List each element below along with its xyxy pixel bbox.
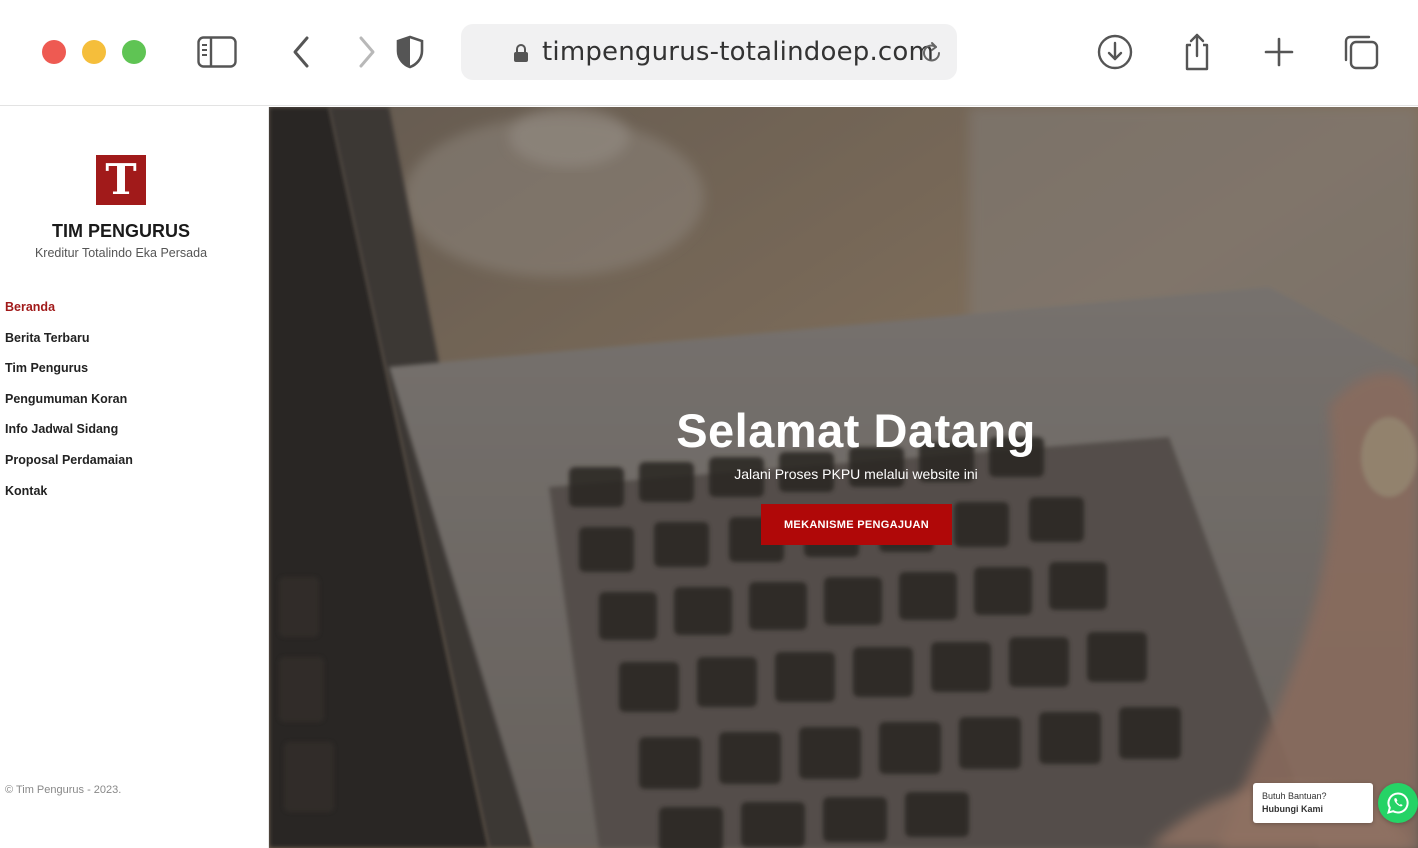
tab-overview-icon[interactable] [1341, 32, 1381, 72]
mekanisme-pengajuan-button[interactable]: MEKANISME PENGAJUAN [761, 504, 952, 545]
minimize-window-button[interactable] [82, 40, 106, 64]
nav-item-beranda[interactable]: Beranda [5, 300, 133, 331]
address-bar[interactable]: timpengurus-totalindoep.com [461, 24, 957, 80]
whatsapp-button[interactable] [1378, 783, 1418, 823]
whatsapp-icon [1387, 792, 1409, 814]
brand-title: TIM PENGURUS [51, 221, 190, 241]
shield-icon[interactable] [390, 32, 430, 72]
nav-item-info-jadwal-sidang[interactable]: Info Jadwal Sidang [5, 422, 133, 453]
browser-toolbar: timpengurus-totalindoep.com [0, 0, 1418, 106]
new-tab-icon[interactable] [1259, 32, 1299, 72]
download-icon[interactable] [1095, 32, 1135, 72]
nav-item-proposal-perdamaian[interactable]: Proposal Perdamaian [5, 453, 133, 484]
back-icon[interactable] [281, 32, 321, 72]
help-tooltip[interactable]: Butuh Bantuan? Hubungi Kami [1253, 783, 1373, 823]
nav-item-kontak[interactable]: Kontak [5, 484, 133, 515]
hero-title: Selamat Datang [676, 404, 1036, 457]
hero-subtitle: Jalani Proses PKPU melalui website ini [734, 466, 978, 482]
lock-icon [514, 44, 528, 62]
forward-icon[interactable] [347, 32, 387, 72]
reload-icon[interactable] [921, 41, 943, 65]
sidebar-toggle-icon[interactable] [197, 32, 237, 72]
close-window-button[interactable] [42, 40, 66, 64]
help-link[interactable]: Hubungi Kami [1262, 804, 1323, 814]
share-icon[interactable] [1177, 32, 1217, 72]
brand-subtitle: Kreditur Totalindo Eka Persada [34, 246, 208, 260]
nav-item-tim-pengurus[interactable]: Tim Pengurus [5, 361, 133, 392]
url-text: timpengurus-totalindoep.com [542, 37, 935, 67]
copyright: © Tim Pengurus - 2023. [5, 784, 122, 796]
zoom-window-button[interactable] [122, 40, 146, 64]
logo-letter: T [105, 155, 137, 204]
nav-item-berita-terbaru[interactable]: Berita Terbaru [5, 331, 133, 362]
site-logo[interactable]: T [96, 155, 146, 205]
hero-section: Selamat Datang Jalani Proses PKPU melalu… [269, 107, 1418, 848]
help-text: Butuh Bantuan? [1262, 791, 1327, 801]
main-nav: Beranda Berita Terbaru Tim Pengurus Peng… [5, 300, 133, 514]
nav-item-pengumuman-koran[interactable]: Pengumuman Koran [5, 392, 133, 423]
sidebar: T TIM PENGURUS Kreditur Totalindo Eka Pe… [0, 107, 269, 848]
